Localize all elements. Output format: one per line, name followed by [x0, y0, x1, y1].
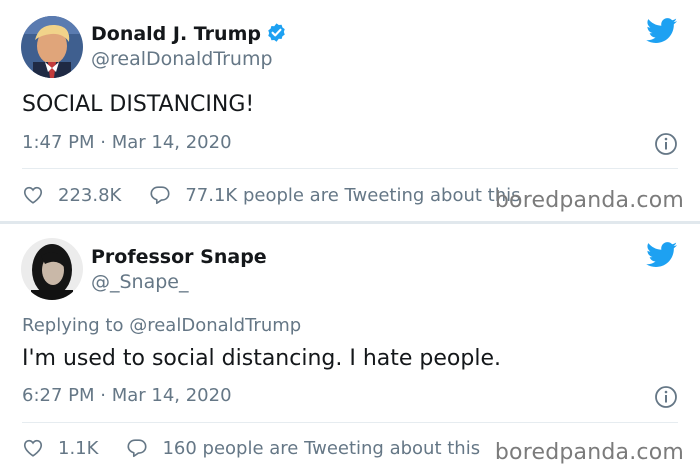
replying-to: Replying to @realDonaldTrump: [22, 315, 301, 336]
tweet-timestamp[interactable]: 6:27 PM · Mar 14, 2020: [22, 385, 232, 406]
avatar[interactable]: [21, 238, 83, 300]
like-count[interactable]: 1.1K: [58, 438, 98, 459]
divider: [22, 422, 678, 423]
info-icon[interactable]: [654, 132, 678, 156]
like-count[interactable]: 223.8K: [58, 185, 121, 206]
tweet-actions: 223.8K 77.1K people are Tweeting about t…: [22, 181, 521, 209]
watermark: boredpanda.com: [494, 440, 684, 465]
avatar[interactable]: [21, 16, 83, 78]
twitter-bird-icon[interactable]: [646, 18, 678, 44]
heart-icon[interactable]: [22, 184, 44, 206]
twitter-bird-icon[interactable]: [646, 242, 678, 268]
author-name-text[interactable]: Donald J. Trump: [91, 23, 261, 45]
author-name[interactable]: Professor Snape: [91, 246, 267, 268]
watermark: boredpanda.com: [494, 188, 684, 213]
heart-icon[interactable]: [22, 437, 44, 459]
author-handle[interactable]: @_Snape_: [91, 271, 189, 293]
tweet-text: SOCIAL DISTANCING!: [22, 92, 255, 117]
author-name[interactable]: Donald J. Trump: [91, 22, 287, 45]
tweet-card[interactable]: Professor Snape @_Snape_ Replying to @re…: [0, 224, 700, 476]
reply-mention-link[interactable]: @realDonaldTrump: [129, 315, 301, 336]
replying-to-label: Replying to: [22, 315, 124, 336]
tweet-timestamp[interactable]: 1:47 PM · Mar 14, 2020: [22, 132, 232, 153]
verified-badge-icon: [268, 23, 285, 42]
divider: [22, 168, 678, 169]
comment-bubble-icon[interactable]: [149, 184, 171, 206]
comment-bubble-icon[interactable]: [126, 437, 148, 459]
tweeting-about-link[interactable]: 160 people are Tweeting about this: [162, 438, 480, 459]
tweeting-about-link[interactable]: 77.1K people are Tweeting about this: [185, 185, 520, 206]
tweet-card[interactable]: Donald J. Trump @realDonaldTrump SOCIAL …: [0, 0, 700, 221]
tweet-actions: 1.1K 160 people are Tweeting about this: [22, 434, 480, 462]
info-icon[interactable]: [654, 385, 678, 409]
tweet-text: I'm used to social distancing. I hate pe…: [22, 346, 501, 371]
author-handle[interactable]: @realDonaldTrump: [91, 48, 273, 70]
